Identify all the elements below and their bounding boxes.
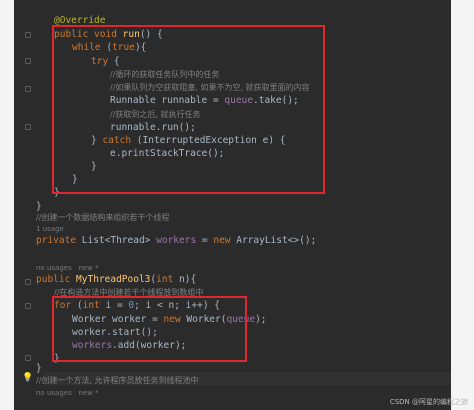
fold-marker-icon[interactable] bbox=[25, 86, 31, 92]
field-ref: workers bbox=[156, 235, 197, 246]
usage-hint[interactable]: no usages new * bbox=[36, 387, 99, 400]
code-text: ArrayList<>(); bbox=[230, 235, 317, 246]
code-comment: //创建一个方法, 允许程序员放任务到线程池中 bbox=[36, 376, 199, 385]
fold-marker-icon[interactable] bbox=[25, 58, 31, 64]
code-text: n){ bbox=[173, 274, 197, 285]
code-text: = bbox=[196, 235, 214, 246]
keyword: private bbox=[36, 235, 77, 246]
code-text: ); bbox=[255, 314, 267, 325]
method-name: MyThreadPool3 bbox=[70, 274, 151, 285]
fold-marker-icon[interactable] bbox=[25, 32, 31, 38]
keyword: public bbox=[36, 274, 71, 285]
fold-marker-icon[interactable] bbox=[25, 355, 31, 361]
page-frame: 💡 @Override public void run() { while (t… bbox=[0, 0, 474, 410]
lightbulb-icon[interactable]: 💡 bbox=[22, 373, 33, 383]
fold-marker-icon[interactable] bbox=[25, 303, 31, 309]
fold-marker-icon[interactable] bbox=[25, 279, 31, 285]
keyword: new bbox=[213, 235, 231, 246]
watermark: CSDN @阿星的编程之旅 bbox=[389, 398, 468, 406]
fold-marker-icon[interactable] bbox=[25, 124, 31, 130]
highlight-box-for-loop bbox=[52, 296, 247, 362]
highlight-box-run-method bbox=[52, 25, 325, 194]
code-editor[interactable]: 💡 @Override public void run() { while (t… bbox=[14, 0, 451, 410]
workers-declaration: private List<Thread> workers = new Array… bbox=[36, 234, 316, 247]
keyword: int bbox=[156, 274, 174, 285]
constructor-declaration: public MyThreadPool3(int n){ bbox=[36, 273, 196, 286]
code-text: List<Thread> bbox=[76, 235, 157, 246]
